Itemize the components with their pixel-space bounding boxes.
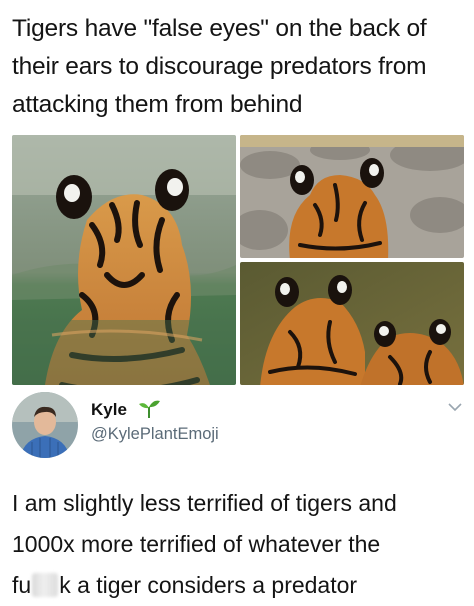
sprout-icon <box>137 397 161 419</box>
tweet-line-3-end: k a tiger considers a predator <box>59 572 358 598</box>
avatar[interactable] <box>12 392 78 458</box>
tweet-line-3: fu k a tiger considers a predator <box>12 565 464 606</box>
caption-line-1: Tigers have "false eyes" on the back of <box>12 15 427 42</box>
tweet-text: I am slightly less terrified of tigers a… <box>12 483 464 606</box>
tweet-line-1: I am slightly less terrified of tigers a… <box>12 490 397 516</box>
chevron-down-icon[interactable] <box>447 400 463 412</box>
author-handle[interactable]: @KylePlantEmoji <box>91 425 219 444</box>
caption-line-2: their ears to discourage predators from <box>12 53 427 80</box>
tiger-in-water-photo[interactable] <box>12 135 236 385</box>
tweet-line-2: 1000x more terrified of whatever the <box>12 531 381 557</box>
post-caption: Tigers have "false eyes" on the back of … <box>12 10 464 124</box>
caption-line-3: attacking them from behind <box>12 91 303 118</box>
author-name[interactable]: Kyle <box>91 400 127 420</box>
censor-blur <box>32 573 59 597</box>
tweet-line-3-start: fu <box>12 572 32 598</box>
tiger-on-rocks-photo[interactable] <box>240 135 464 258</box>
two-tigers-ears-photo[interactable] <box>240 262 464 385</box>
